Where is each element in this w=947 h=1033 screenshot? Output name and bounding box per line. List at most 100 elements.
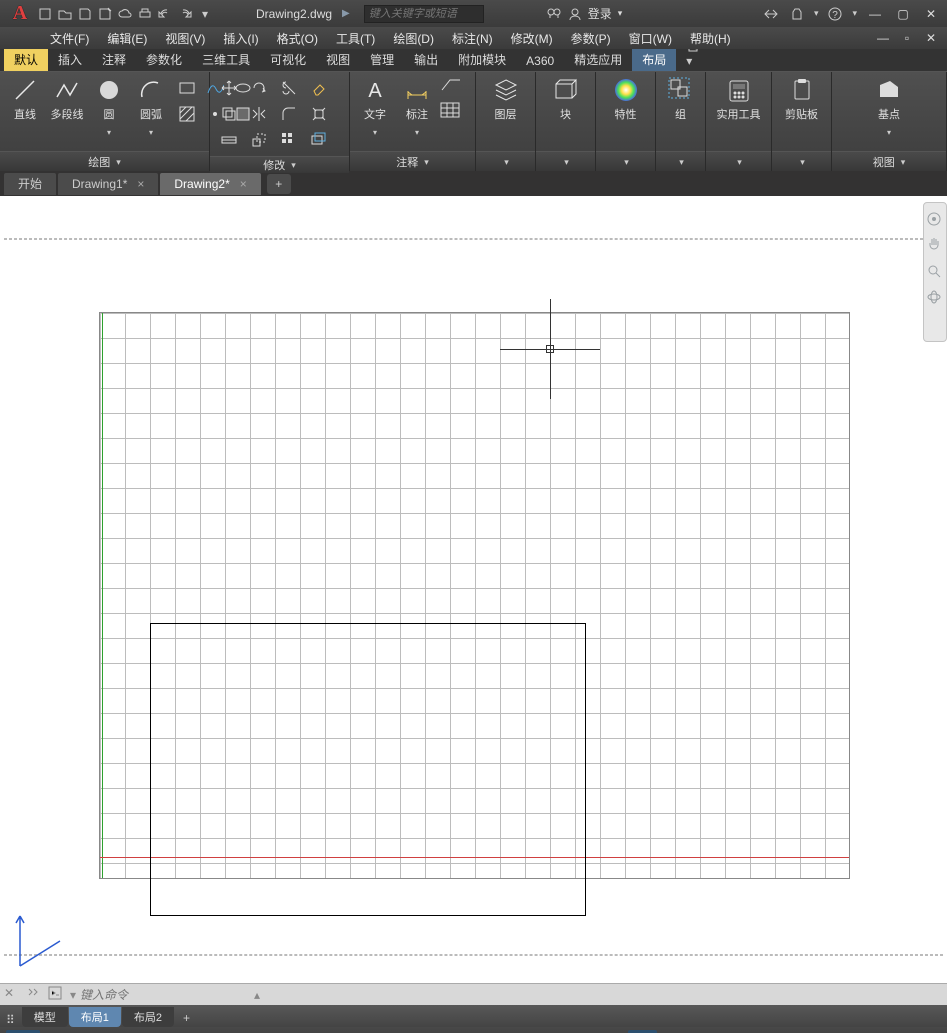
tab-default[interactable]: 默认 [4,48,48,71]
panel-clipboard-footer[interactable] [772,151,831,171]
copy-icon[interactable] [216,102,242,126]
pan-icon[interactable] [926,237,944,255]
menu-draw[interactable]: 绘图(D) [393,30,434,47]
app-store-dropdown[interactable]: ▾ [814,8,819,19]
viewport-rectangle[interactable] [150,623,586,916]
doc-restore-button[interactable]: ▫ [897,30,917,46]
search-input[interactable] [364,5,484,23]
tool-arc[interactable]: 圆弧 [132,76,170,138]
app-logo[interactable]: A [6,2,34,26]
close-icon[interactable]: × [240,177,247,191]
panel-group-footer[interactable] [656,151,705,171]
steering-wheel-icon[interactable] [926,211,944,229]
qat-saveas-icon[interactable] [96,5,114,23]
hatch-icon[interactable] [174,102,200,126]
tab-featured[interactable]: 精选应用 [564,48,632,71]
doctab-drawing1[interactable]: Drawing1*× [58,173,158,195]
rectangle-icon[interactable] [174,76,200,100]
tab-layout[interactable]: 布局 [632,48,676,71]
cmd-options-icon[interactable] [26,986,44,1004]
tab-3dtools[interactable]: 三维工具 [192,48,260,71]
qat-open-icon[interactable] [56,5,74,23]
minimize-button[interactable]: — [865,6,885,22]
menu-tools[interactable]: 工具(T) [336,30,375,47]
erase-icon[interactable] [306,76,332,100]
tab-parametric[interactable]: 参数化 [136,48,192,71]
fillet-icon[interactable] [276,102,302,126]
exchange-icon[interactable] [762,5,780,23]
qat-redo-icon[interactable] [176,5,194,23]
menu-modify[interactable]: 修改(M) [511,30,553,47]
tab-insert[interactable]: 插入 [48,48,92,71]
layout-handle-icon[interactable]: ⠿ [6,1013,15,1027]
tool-clipboard[interactable]: 剪贴板 [783,76,821,122]
tool-circle[interactable]: 圆 [90,76,128,138]
qat-undo-icon[interactable] [156,5,174,23]
tool-base[interactable]: 基点 [870,76,908,138]
panel-modify-footer[interactable]: 修改 [210,156,349,173]
rotate-icon[interactable] [246,76,272,100]
doctab-add-button[interactable]: + [267,174,291,194]
doc-minimize-button[interactable]: — [873,30,893,46]
help-dropdown[interactable]: ▾ [852,8,857,19]
tool-line[interactable]: 直线 [6,76,44,122]
close-icon[interactable]: × [137,177,144,191]
panel-base-footer[interactable]: 视图 [832,151,946,171]
stretch-icon[interactable] [216,128,242,152]
menu-window[interactable]: 窗口(W) [629,30,672,47]
tool-text[interactable]: A文字 [356,76,394,138]
workspace[interactable] [0,196,947,983]
layouttab-layout2[interactable]: 布局2 [122,1007,174,1027]
move-icon[interactable] [216,76,242,100]
tab-output[interactable]: 输出 [404,48,448,71]
leader-icon[interactable] [440,76,466,98]
maximize-button[interactable]: ▢ [893,6,913,22]
layouttab-layout1[interactable]: 布局1 [69,1007,121,1027]
login-dropdown-icon[interactable]: ▾ [618,8,623,19]
close-button[interactable]: ✕ [921,6,941,22]
login-label[interactable]: 登录 [588,5,612,22]
mirror-icon[interactable] [246,102,272,126]
user-icon[interactable] [568,7,582,21]
qat-cloud-icon[interactable] [116,5,134,23]
offset-icon[interactable] [306,128,332,152]
qat-print-icon[interactable] [136,5,154,23]
help-icon[interactable]: ? [826,5,844,23]
layouttab-add-button[interactable]: + [175,1009,198,1027]
table-icon[interactable] [440,102,466,124]
panel-layers-footer[interactable] [476,151,535,171]
tool-block[interactable]: 块 [547,76,585,122]
tab-a360[interactable]: A360 [516,51,564,71]
menu-view[interactable]: 视图(V) [165,30,205,47]
infocenter-icon[interactable] [546,7,562,21]
menu-format[interactable]: 格式(O) [277,30,318,47]
tab-addins[interactable]: 附加模块 [448,48,516,71]
panel-properties-footer[interactable] [596,151,655,171]
app-store-icon[interactable] [788,5,806,23]
cmd-close-icon[interactable]: ✕ [4,986,22,1004]
panel-draw-footer[interactable]: 绘图 [0,151,209,171]
tool-properties[interactable]: 特性 [607,76,645,122]
tab-manage[interactable]: 管理 [360,48,404,71]
menu-param[interactable]: 参数(P) [571,30,611,47]
tab-annotate[interactable]: 注释 [92,48,136,71]
zoom-extents-icon[interactable] [926,263,944,281]
menu-help[interactable]: 帮助(H) [690,30,731,47]
qat-dropdown-icon[interactable]: ▾ [196,5,214,23]
tool-polyline[interactable]: 多段线 [48,76,86,122]
menu-edit[interactable]: 编辑(E) [107,30,147,47]
menu-insert[interactable]: 插入(I) [223,30,258,47]
cmd-expand-icon[interactable]: ▴ [254,988,260,1002]
orbit-icon[interactable] [926,289,944,307]
tool-utilities[interactable]: 实用工具 [717,76,761,122]
tab-view[interactable]: 视图 [316,48,360,71]
panel-utilities-footer[interactable] [706,151,771,171]
doc-close-button[interactable]: ✕ [921,30,941,46]
qat-new-icon[interactable] [36,5,54,23]
array-icon[interactable] [276,128,302,152]
menu-dimension[interactable]: 标注(N) [452,30,493,47]
title-play-icon[interactable]: ▶ [342,8,350,19]
doctab-drawing2[interactable]: Drawing2*× [160,173,260,195]
panel-annotate-footer[interactable]: 注释 [350,151,475,171]
tab-visualize[interactable]: 可视化 [260,48,316,71]
